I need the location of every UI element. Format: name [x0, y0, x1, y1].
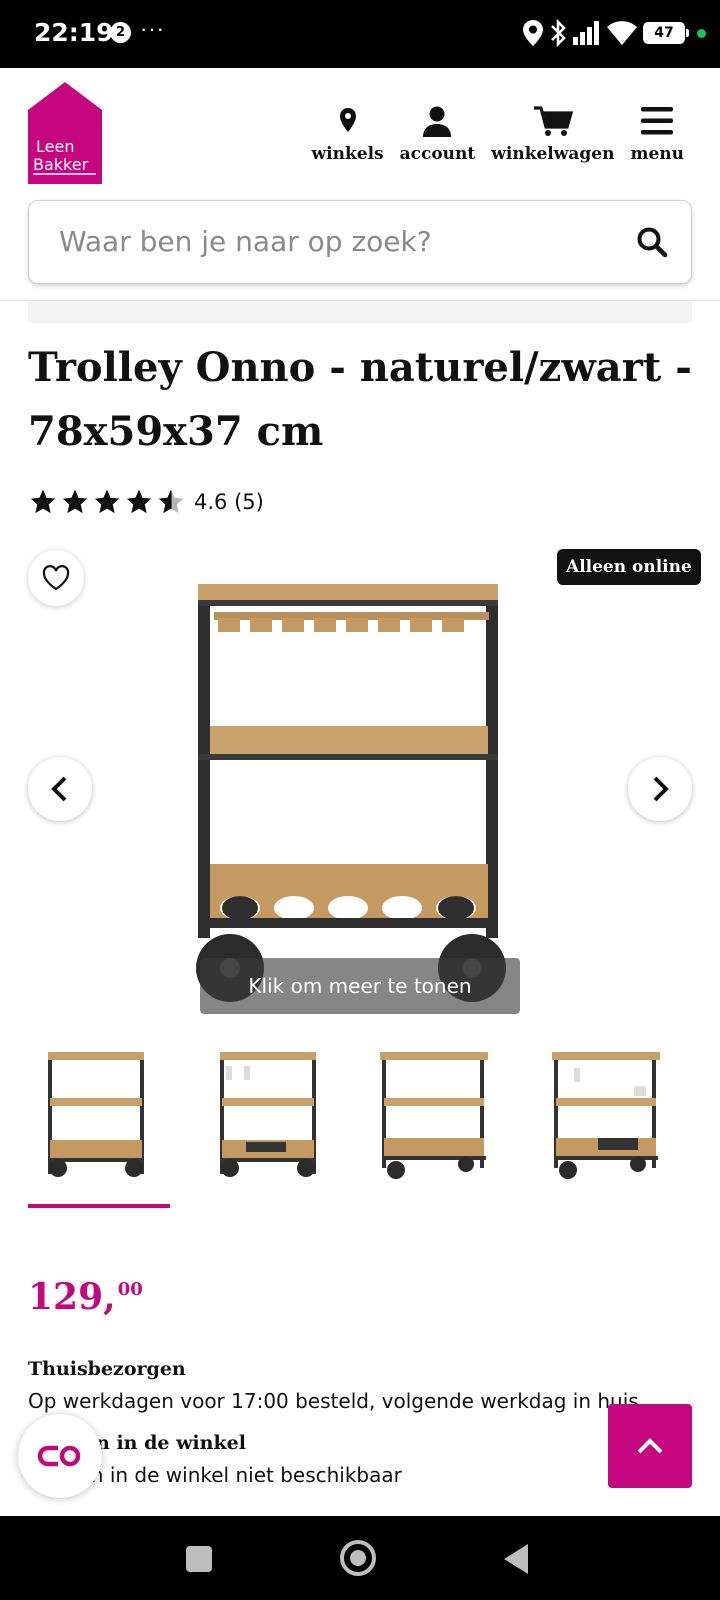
- chevron-left-icon: [51, 776, 67, 802]
- system-nav-bar: [0, 1516, 720, 1600]
- location-pin-icon: [339, 108, 356, 132]
- status-time: 22:19: [34, 18, 114, 47]
- header-nav: winkels account winkelwagen menu: [312, 104, 684, 164]
- chevron-up-icon: [637, 1438, 663, 1454]
- chat-button[interactable]: [18, 1414, 102, 1498]
- back-button[interactable]: [504, 1544, 528, 1574]
- status-bar: 22:19 2 ··· 47: [0, 0, 720, 68]
- thumbnail-2[interactable]: [200, 1052, 340, 1202]
- thumbnail-strip: [28, 1052, 692, 1212]
- product-price: 129, 00: [28, 1276, 143, 1318]
- star-icon: [62, 489, 88, 514]
- selected-thumbnail-indicator: [28, 1204, 170, 1208]
- nav-label-winkelwagen: winkelwagen: [491, 144, 615, 164]
- star-icon: [94, 489, 120, 514]
- nav-winkels[interactable]: winkels: [312, 104, 384, 164]
- search-icon[interactable]: [635, 225, 669, 259]
- product-image[interactable]: [190, 578, 530, 1020]
- home-delivery-text: Op werkdagen voor 17:00 besteld, volgend…: [28, 1389, 639, 1413]
- gallery-prev-button[interactable]: [28, 757, 92, 821]
- bluetooth-icon: [551, 19, 566, 47]
- nav-menu[interactable]: menu: [630, 104, 684, 164]
- rating-text: 4.6 (5): [194, 490, 264, 514]
- battery-icon: 47: [643, 22, 689, 44]
- nav-label-winkels: winkels: [311, 144, 384, 164]
- price-whole: 129,: [28, 1276, 116, 1318]
- nav-label-account: account: [399, 144, 476, 164]
- nav-label-menu: menu: [630, 144, 684, 164]
- logo-text-bakker: Bakker: [33, 155, 89, 174]
- half-star-icon: [158, 489, 184, 514]
- chat-logo-icon: [37, 1445, 81, 1467]
- signal-icon: [573, 21, 599, 45]
- favorite-button[interactable]: [28, 550, 84, 606]
- heart-icon: [42, 565, 70, 591]
- search-input[interactable]: Waar ben je naar op zoek?: [59, 225, 432, 258]
- chevron-right-icon: [653, 776, 669, 802]
- cart-icon: [533, 106, 573, 136]
- recents-button[interactable]: [186, 1546, 212, 1572]
- product-rating[interactable]: 4.6 (5): [28, 488, 264, 516]
- scroll-to-top-button[interactable]: [608, 1404, 692, 1488]
- price-cents: 00: [117, 1279, 143, 1300]
- thumbnail-3[interactable]: [372, 1052, 512, 1202]
- notification-badge: 2: [110, 22, 131, 43]
- home-button[interactable]: [340, 1540, 376, 1576]
- thumbnail-4[interactable]: [544, 1052, 684, 1202]
- star-icon: [126, 489, 152, 514]
- site-header: Leen Bakker winkels account winkelwagen …: [0, 68, 720, 198]
- leen-bakker-logo[interactable]: Leen Bakker: [28, 82, 102, 184]
- privacy-dot-icon: [697, 28, 706, 38]
- gallery-next-button[interactable]: [628, 757, 692, 821]
- status-icons: 47: [523, 17, 706, 49]
- thumbnail-1[interactable]: [28, 1052, 168, 1202]
- person-icon: [423, 106, 452, 137]
- nav-winkelwagen[interactable]: winkelwagen: [491, 104, 614, 164]
- star-icon: [30, 489, 56, 514]
- more-notifications-icon: ···: [140, 16, 165, 41]
- show-more-overlay[interactable]: Klik om meer te tonen: [200, 958, 520, 1014]
- home-delivery-title: Thuisbezorgen: [28, 1358, 186, 1380]
- hamburger-icon: [641, 107, 674, 135]
- product-title: Trolley Onno - naturel/zwart - 78x59x37 …: [28, 344, 692, 455]
- online-only-badge: Alleen online: [557, 549, 701, 585]
- wifi-icon: [607, 21, 637, 45]
- breadcrumb-strip: [28, 301, 692, 323]
- nav-account[interactable]: account: [399, 104, 476, 164]
- search-bar[interactable]: Waar ben je naar op zoek?: [28, 200, 692, 284]
- location-status-icon: [523, 20, 543, 46]
- logo-text-leen: Leen: [36, 137, 74, 156]
